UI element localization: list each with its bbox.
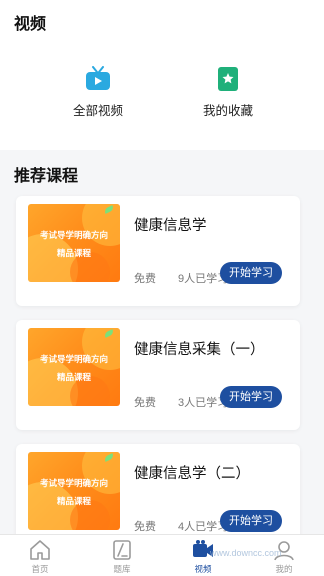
course-thumbnail: 考试导学明确方向 精品课程 [28, 328, 120, 406]
page-title: 视频 [14, 16, 47, 33]
start-learning-button[interactable]: 开始学习 [220, 262, 282, 284]
course-card[interactable]: 考试导学明确方向 精品课程 健康信息学 免费 9人已学习 开始学习 [16, 196, 300, 306]
question-bank-icon [113, 540, 131, 560]
tab-home[interactable]: 首页 [10, 539, 70, 575]
course-title: 健康信息学（二） [134, 466, 250, 482]
course-thumbnail: 考试导学明确方向 精品课程 [28, 452, 120, 530]
thumbnail-subtext: 精品课程 [56, 248, 91, 258]
thumbnail-subtext: 精品课程 [56, 372, 91, 382]
thumbnail-text: 考试导学明确方向 [39, 478, 108, 488]
my-favorites-label: 我的收藏 [202, 104, 253, 118]
course-title: 健康信息学 [134, 218, 207, 234]
tab-home-label: 首页 [31, 564, 49, 574]
course-thumbnail: 考试导学明确方向 精品课程 [28, 204, 120, 282]
start-learning-button[interactable]: 开始学习 [220, 510, 282, 532]
section-title: 推荐课程 [14, 168, 79, 185]
thumbnail-text: 考试导学明确方向 [39, 354, 108, 364]
thumbnail-subtext: 精品课程 [56, 496, 91, 506]
tab-question-bank-label: 题库 [113, 564, 131, 574]
tab-video-label: 视频 [194, 564, 212, 574]
course-price: 免费 [134, 397, 156, 409]
tab-question-bank[interactable]: 题库 [92, 539, 152, 575]
start-learning-button[interactable]: 开始学习 [220, 386, 282, 408]
course-card[interactable]: 考试导学明确方向 精品课程 健康信息采集（一） 免费 3人已学习 开始学习 [16, 320, 300, 430]
tab-mine-label: 我的 [275, 564, 293, 574]
all-videos-label: 全部视频 [72, 104, 123, 118]
tv-icon [86, 66, 110, 90]
course-title: 健康信息采集（一） [134, 342, 265, 358]
course-price: 免费 [134, 273, 156, 285]
header: 视频 全部视频 我的收藏 [0, 0, 324, 150]
home-icon [30, 540, 50, 560]
course-price: 免费 [134, 521, 156, 533]
thumbnail-text: 考试导学明确方向 [39, 230, 108, 240]
watermark-text: www.downcc.com [210, 548, 282, 558]
all-videos-link[interactable]: 全部视频 [38, 66, 158, 119]
my-favorites-link[interactable]: 我的收藏 [168, 66, 288, 119]
bookmark-star-icon [218, 67, 238, 91]
